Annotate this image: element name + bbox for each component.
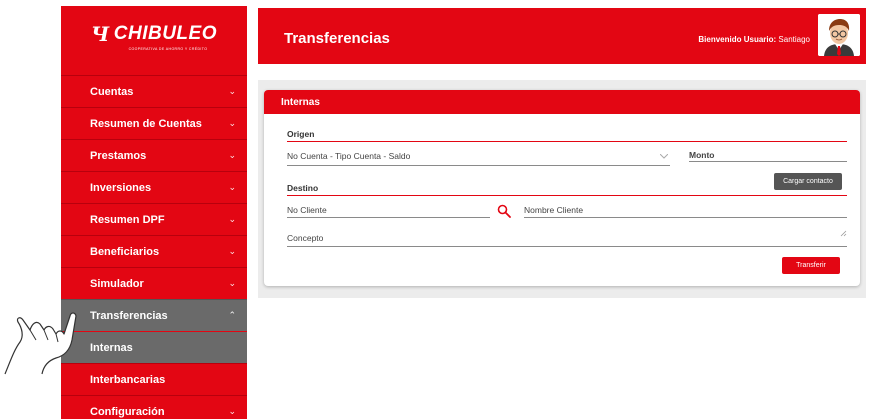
sidebar-item-label: Simulador xyxy=(90,277,144,290)
destino-label: Destino xyxy=(287,183,319,193)
nombre-cliente-placeholder: Nombre Cliente xyxy=(524,205,584,215)
origen-select[interactable]: No Cuenta - Tipo Cuenta - Saldo xyxy=(287,148,670,164)
sidebar-item-resumen-cuentas[interactable]: Resumen de Cuentas ⌄ xyxy=(61,107,247,139)
sidebar-item-inversiones[interactable]: Inversiones ⌄ xyxy=(61,171,247,203)
chevron-down-icon: ⌄ xyxy=(228,182,236,192)
chevron-down-icon: ⌄ xyxy=(228,406,236,416)
transfer-card: Internas Origen No Cuenta - Tipo Cuenta … xyxy=(264,90,860,286)
destino-divider xyxy=(287,195,847,196)
monto-label: Monto xyxy=(689,150,715,160)
sidebar-item-beneficiarios[interactable]: Beneficiarios ⌄ xyxy=(61,235,247,267)
hand-pointer-icon xyxy=(4,312,77,375)
transferir-button[interactable]: Transferir xyxy=(782,257,840,274)
resize-grip-icon[interactable] xyxy=(840,230,847,237)
sidebar-item-simulador[interactable]: Simulador ⌄ xyxy=(61,267,247,299)
chevron-down-icon: ⌄ xyxy=(228,278,236,288)
logo-text: CHIBULEO xyxy=(113,22,217,44)
chevron-down-icon: ⌄ xyxy=(228,86,236,96)
sidebar-item-label: Cuentas xyxy=(90,85,134,98)
welcome-label: Bienvenido Usuario: xyxy=(698,35,777,44)
avatar-icon xyxy=(818,14,860,56)
sidebar-item-label: Resumen DPF xyxy=(90,213,165,226)
origen-divider xyxy=(287,141,847,142)
origen-label: Origen xyxy=(287,129,315,139)
sidebar-item-interbancarias[interactable]: Interbancarias xyxy=(61,363,247,395)
logo-mark: Ч xyxy=(91,21,110,46)
sidebar-item-prestamos[interactable]: Prestamos ⌄ xyxy=(61,139,247,171)
sidebar-item-resumen-dpf[interactable]: Resumen DPF ⌄ xyxy=(61,203,247,235)
welcome-text: Bienvenido Usuario: Santiago xyxy=(698,35,810,44)
card-title: Internas xyxy=(264,90,860,114)
sidebar-item-label: Beneficiarios xyxy=(90,245,160,258)
sidebar-subitem-internas[interactable]: Internas xyxy=(61,332,247,363)
avatar[interactable] xyxy=(818,14,860,56)
sidebar: Ч CHIBULEO COOPERATIVA DE AHORRO Y CRÉDI… xyxy=(61,6,247,419)
sidebar-item-label: Inversiones xyxy=(90,181,152,194)
sidebar-item-configuracion[interactable]: Configuración ⌄ xyxy=(61,395,247,419)
search-icon[interactable] xyxy=(497,204,511,218)
sidebar-subitem-label: Internas xyxy=(90,341,133,354)
top-header: Transferencias Bienvenido Usuario: Santi… xyxy=(258,8,866,64)
logo: Ч CHIBULEO COOPERATIVA DE AHORRO Y CRÉDI… xyxy=(61,6,247,66)
chevron-up-icon: ⌃ xyxy=(228,310,236,320)
sidebar-item-label: Transferencias xyxy=(90,309,168,322)
sidebar-item-transferencias[interactable]: Transferencias ⌃ xyxy=(61,299,247,331)
chevron-down-icon xyxy=(660,154,668,159)
sidebar-item-label: Interbancarias xyxy=(90,373,166,386)
chevron-down-icon: ⌄ xyxy=(228,214,236,224)
chevron-down-icon: ⌄ xyxy=(228,150,236,160)
sidebar-item-cuentas[interactable]: Cuentas ⌄ xyxy=(61,75,247,107)
page-title: Transferencias xyxy=(284,30,390,47)
concepto-textarea[interactable]: Concepto xyxy=(287,230,847,246)
chevron-down-icon: ⌄ xyxy=(228,118,236,128)
origen-select-value: No Cuenta - Tipo Cuenta - Saldo xyxy=(287,151,411,161)
chevron-down-icon: ⌄ xyxy=(228,246,236,256)
sidebar-item-label: Configuración xyxy=(90,405,165,418)
sidebar-item-label: Resumen de Cuentas xyxy=(90,117,202,130)
logo-tagline: COOPERATIVA DE AHORRO Y CRÉDITO xyxy=(128,46,208,51)
no-cliente-placeholder: No Cliente xyxy=(287,205,327,215)
cargar-contacto-button[interactable]: Cargar contacto xyxy=(774,173,842,190)
sidebar-item-label: Prestamos xyxy=(90,149,147,162)
concepto-placeholder: Concepto xyxy=(287,233,324,243)
welcome-user: Santiago xyxy=(778,35,810,44)
